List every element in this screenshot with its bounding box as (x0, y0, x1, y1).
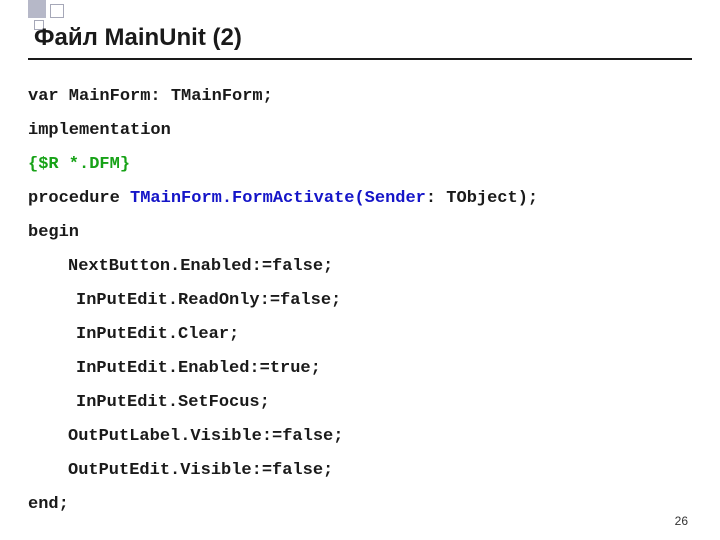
code-procedure-name: TMainForm.FormActivate(Sender (130, 189, 426, 208)
code-block: var MainForm: TMainForm; implementation … (28, 80, 692, 522)
decor-square-filled (28, 0, 46, 18)
page-number: 26 (675, 514, 688, 528)
code-line: InPutEdit.ReadOnly:=false; (28, 284, 692, 318)
code-line: NextButton.Enabled:=false; (28, 250, 692, 284)
decor-square-outline (50, 4, 64, 18)
code-line: end; (28, 488, 692, 522)
code-line: var MainForm: TMainForm; (28, 80, 692, 114)
code-keyword: procedure (28, 189, 130, 208)
title-container: Файл MainUnit (2) (28, 24, 692, 60)
code-line: InPutEdit.Clear; (28, 318, 692, 352)
code-line: OutPutLabel.Visible:=false; (28, 420, 692, 454)
slide-title: Файл MainUnit (2) (34, 24, 692, 52)
code-line: begin (28, 216, 692, 250)
code-line: InPutEdit.SetFocus; (28, 386, 692, 420)
code-line-directive: {$R *.DFM} (28, 148, 692, 182)
code-line: OutPutEdit.Visible:=false; (28, 454, 692, 488)
code-line: implementation (28, 114, 692, 148)
code-line: InPutEdit.Enabled:=true; (28, 352, 692, 386)
code-line: procedure TMainForm.FormActivate(Sender:… (28, 182, 692, 216)
code-params: : TObject); (426, 189, 538, 208)
